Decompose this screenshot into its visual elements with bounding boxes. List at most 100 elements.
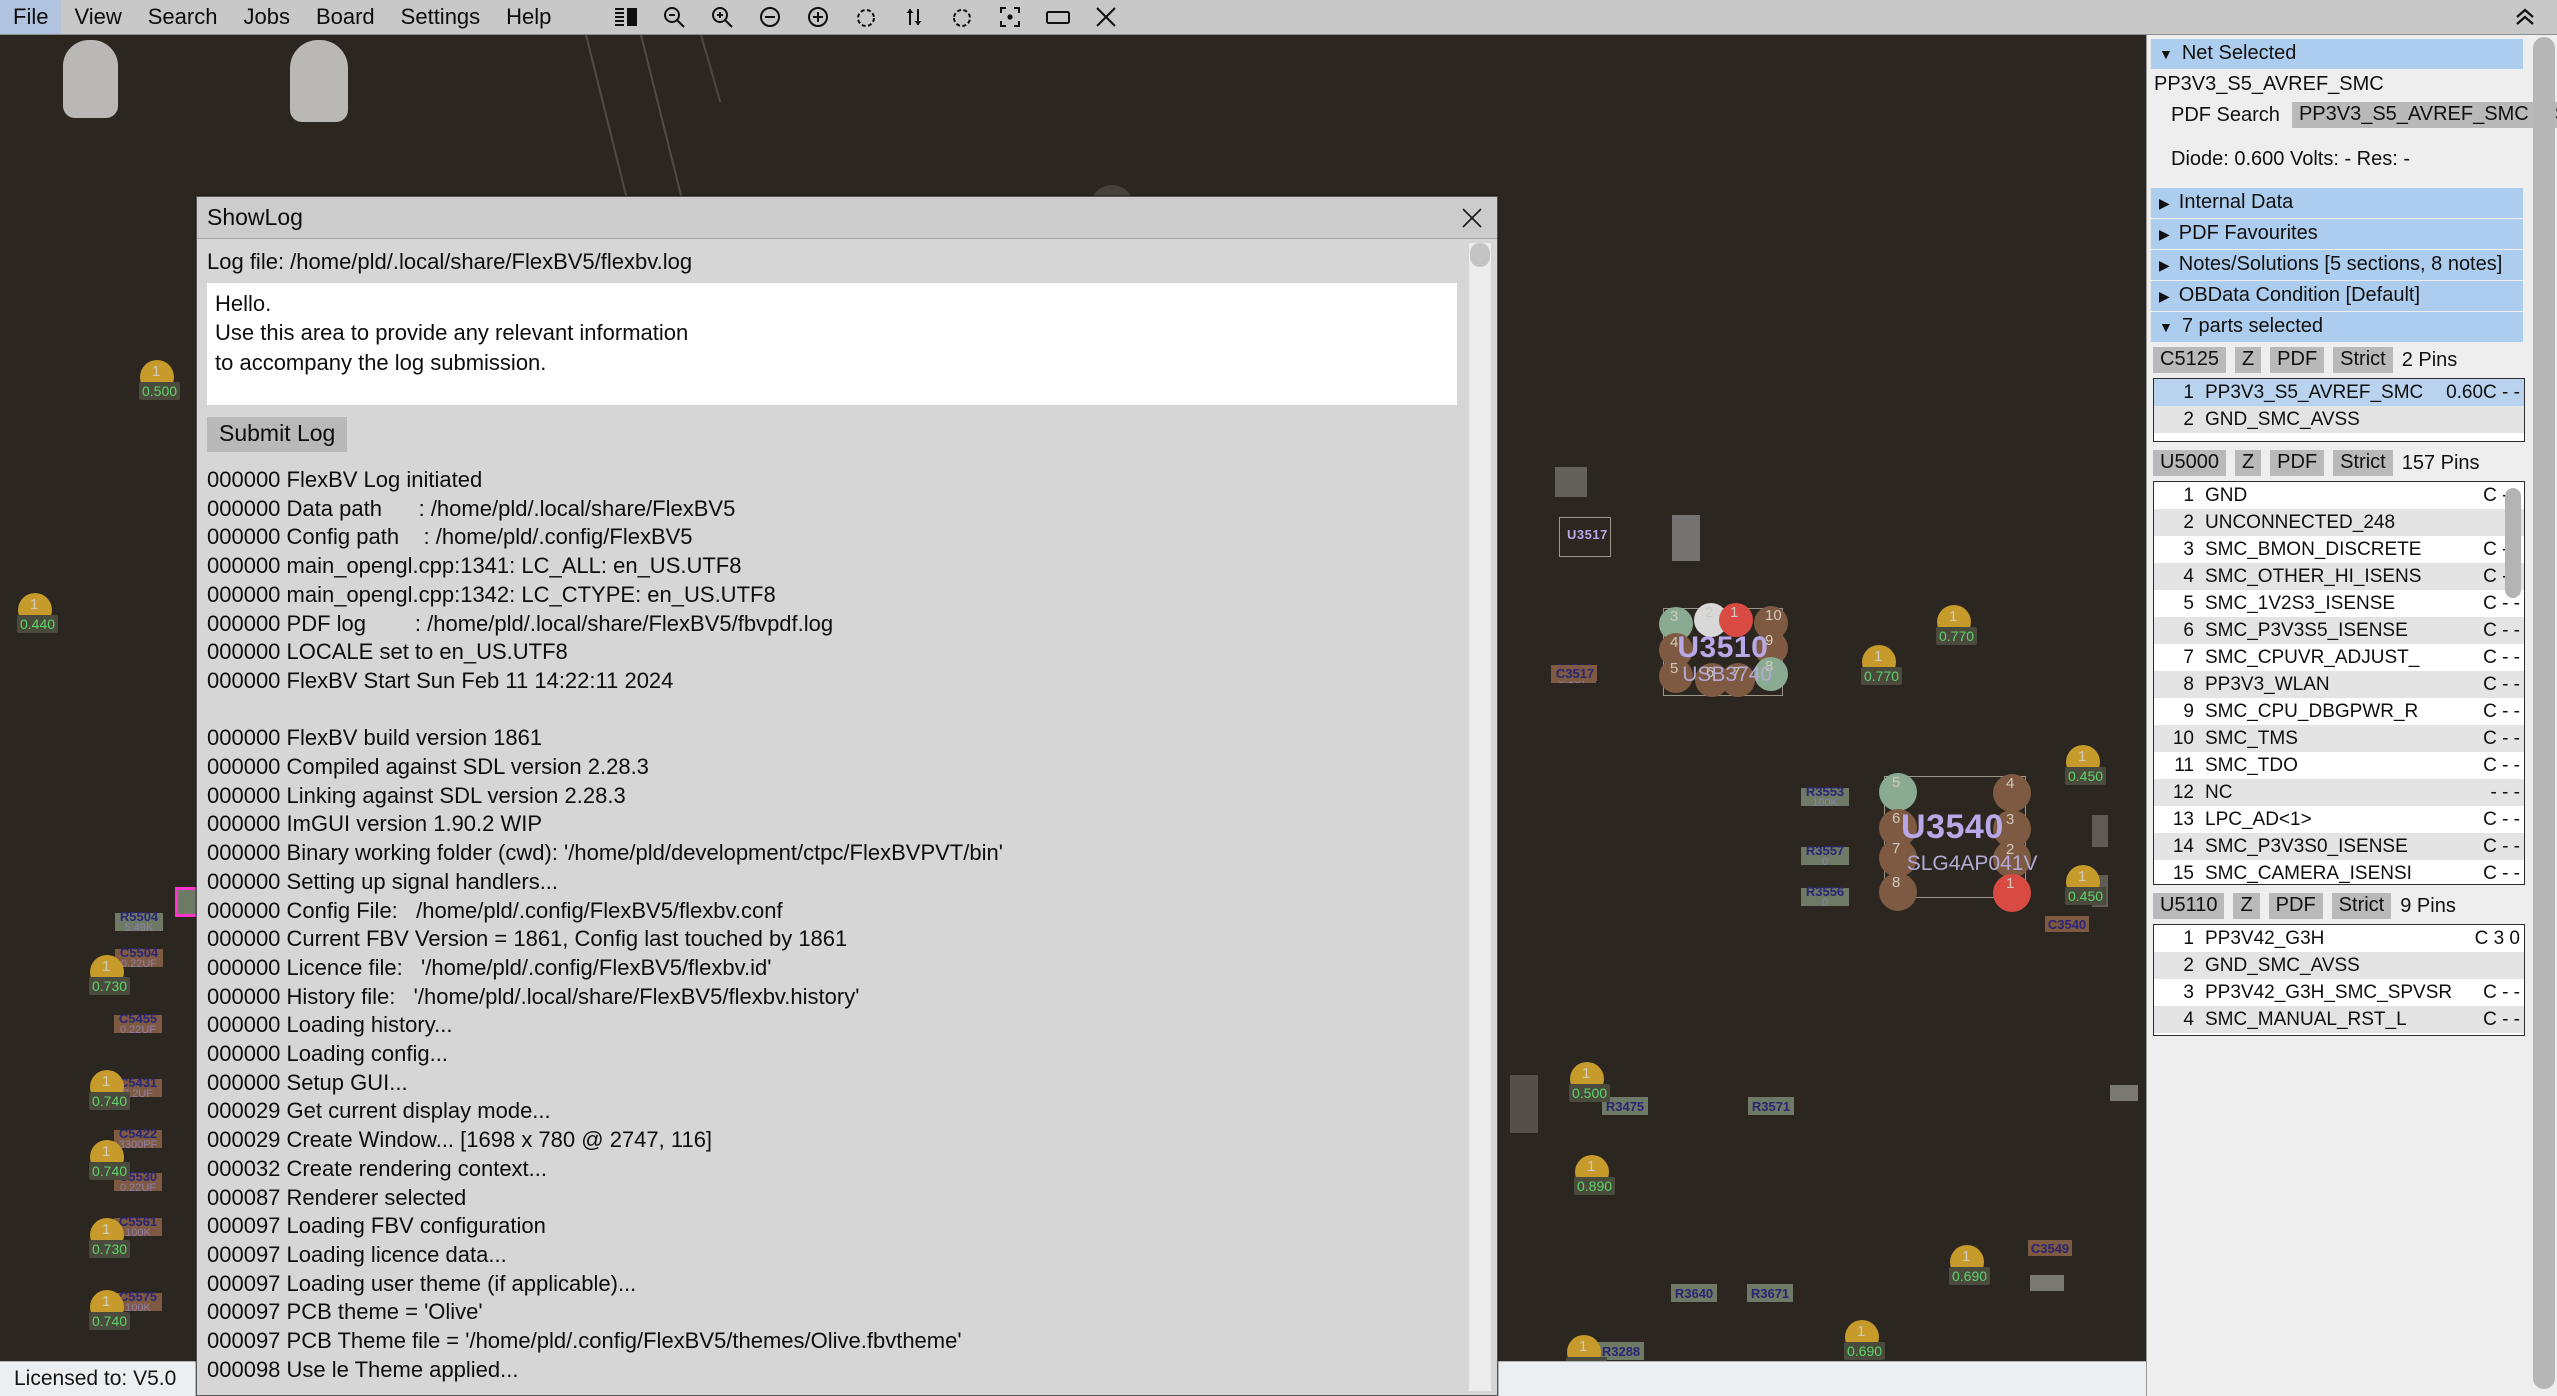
section-header-obdata-condition-default[interactable]: ▶ OBData Condition [Default] — [2151, 281, 2523, 311]
pin-row[interactable]: 9 SMC_CPU_DBGPWR_R C - - — [2154, 698, 2524, 725]
badge-z[interactable]: Z — [2234, 450, 2262, 476]
menu-view[interactable]: View — [61, 0, 134, 34]
right-panel-scrollbar[interactable] — [2533, 37, 2555, 1392]
part-ref[interactable]: U5000 — [2153, 450, 2226, 476]
pin-list-c5125[interactable]: 1 PP3V3_S5_AVREF_SMC 0.60C - - 2 GND_SMC_AVS… — [2153, 378, 2525, 442]
minus-circle-icon[interactable] — [746, 0, 794, 34]
pcb-pad[interactable] — [1993, 874, 2031, 912]
badge-strict[interactable]: Strict — [2333, 450, 2393, 476]
panel-list-icon[interactable] — [602, 0, 650, 34]
badge-z[interactable]: Z — [2233, 893, 2260, 919]
pcb-part-r3571[interactable]: R3571 — [1748, 1097, 1794, 1115]
pin-row[interactable]: 2 GND_SMC_AVSS — [2154, 406, 2524, 433]
menu-board[interactable]: Board — [303, 0, 388, 34]
plus-circle-icon[interactable] — [794, 0, 842, 34]
pcb-part-c3549[interactable]: C3549 — [2028, 1240, 2072, 1256]
focus-target-icon[interactable] — [986, 0, 1034, 34]
menu-file[interactable]: File — [0, 0, 62, 34]
pcb-part-r5504[interactable]: R5504 5.49K — [115, 910, 163, 934]
close-icon[interactable] — [1453, 200, 1491, 236]
pin-row[interactable]: 3 PP3V42_G3H_SMC_SPVSR C - - — [2154, 979, 2524, 1006]
badge-strict[interactable]: Strict — [2333, 347, 2393, 373]
pin-net-name: SMC_TMS — [2205, 727, 2298, 749]
pin-row[interactable]: 2 GND_SMC_AVSS — [2154, 952, 2524, 979]
pin-row[interactable]: 2 UNCONNECTED_248 — [2154, 509, 2524, 536]
pdf-search-row[interactable]: PDF Search PP3V3_S5_AVREF_SMC S — [2151, 99, 2557, 131]
section-header-notes-solutions-5-sections-8-notes[interactable]: ▶ Notes/Solutions [5 sections, 8 notes] — [2151, 250, 2523, 280]
pin-row[interactable]: 10 SMC_TMS C - - — [2154, 725, 2524, 752]
zoom-out-icon[interactable] — [650, 0, 698, 34]
pin-row[interactable]: 14 SMC_P3V3S0_ISENSE C - - — [2154, 833, 2524, 860]
rotate-cw-icon[interactable] — [938, 0, 986, 34]
part-header-u5110[interactable]: U5110 Z PDF Strict 9 Pins — [2151, 889, 2537, 924]
zoom-in-icon[interactable] — [698, 0, 746, 34]
pin-row[interactable]: 4 SMC_OTHER_HI_ISENS C - - — [2154, 563, 2524, 590]
pcb-part-r3671[interactable]: R3671 — [1747, 1284, 1793, 1302]
pin-row[interactable]: 15 SMC_CAMERA_ISENSI C - - — [2154, 860, 2524, 884]
right-panel[interactable]: ▼ Net Selected PP3V3_S5_AVREF_SMC PDF Se… — [2146, 35, 2557, 1396]
pcb-pad[interactable] — [1993, 774, 2031, 812]
scrollbar-thumb[interactable] — [1470, 243, 1490, 267]
pcb-part-r3553[interactable]: R3553 100K — [1801, 785, 1849, 809]
pin-row[interactable]: 1 GND C - - — [2154, 482, 2524, 509]
badge-strict[interactable]: Strict — [2331, 893, 2392, 919]
pin-row[interactable]: 5 SMC_1V2S3_ISENSE C - - — [2154, 590, 2524, 617]
chevrons-up-icon[interactable] — [2499, 0, 2551, 34]
pcb-probe-value: 0.450 — [2065, 767, 2107, 785]
badge-pdf[interactable]: PDF — [2268, 893, 2323, 919]
dialog-scrollbar[interactable] — [1469, 243, 1491, 1391]
part-header-u5000[interactable]: U5000 Z PDF Strict 157 Pins — [2151, 446, 2537, 481]
flip-vertical-icon[interactable] — [890, 0, 938, 34]
pin-row[interactable]: 12 NC - - - — [2154, 779, 2524, 806]
rectangle-icon[interactable] — [1034, 0, 1082, 34]
section-header-7-parts-selected[interactable]: ▼ 7 parts selected — [2151, 312, 2523, 342]
pcb-part-c3540[interactable]: C3540 — [2045, 916, 2089, 932]
close-x-icon[interactable] — [1082, 0, 1130, 34]
pin-row[interactable]: 13 LPC_AD<1> C - - — [2154, 806, 2524, 833]
pin-row[interactable]: 11 SMC_TDO C - - — [2154, 752, 2524, 779]
badge-z[interactable]: Z — [2234, 347, 2262, 373]
pin-row[interactable]: 1 PP3V42_G3H C 3 0 — [2154, 925, 2524, 952]
pin-row[interactable]: 6 SMC_P3V3S5_ISENSE C - - — [2154, 617, 2524, 644]
section-header-net-selected[interactable]: ▼ Net Selected — [2151, 39, 2523, 69]
scrollbar-thumb[interactable] — [2533, 37, 2555, 1389]
pcb-part-r3556[interactable]: R3556 0 — [1801, 885, 1849, 909]
menu-search[interactable]: Search — [135, 0, 231, 34]
menu-settings[interactable]: Settings — [388, 0, 494, 34]
pcb-part-c5455[interactable]: C5455 0.22UF — [114, 1012, 162, 1036]
pin-value: C - - — [2483, 835, 2520, 857]
badge-pdf[interactable]: PDF — [2270, 450, 2325, 476]
pdf-search-tag[interactable]: PP3V3_S5_AVREF_SMC — [2291, 102, 2536, 128]
pcb-part-c3517[interactable]: C3517 — [1553, 665, 1597, 681]
pin-list-u5000[interactable]: 1 GND C - - 2 UNCONNECTED_248 3 SMC_BMON_DISCR… — [2153, 481, 2525, 885]
pin-row[interactable]: 7 SMC_CPUVR_ADJUST_ C - - — [2154, 644, 2524, 671]
pcb-part-r3640[interactable]: R3640 — [1671, 1284, 1717, 1302]
submit-log-button[interactable]: Submit Log — [207, 417, 348, 452]
section-header-pdf-favourites[interactable]: ▶ PDF Favourites — [2151, 219, 2523, 249]
pin-row[interactable]: 8 PP3V3_WLAN C - - — [2154, 671, 2524, 698]
showlog-dialog[interactable]: ShowLog Log file: /home/pld/.local/share… — [196, 196, 1498, 1396]
pcb-part-c5422[interactable]: C5422 3300PF — [114, 1127, 162, 1151]
rotate-ccw-icon[interactable] — [842, 0, 890, 34]
part-ref[interactable]: U5110 — [2153, 893, 2225, 919]
pin-row[interactable]: 1 PP3V3_S5_AVREF_SMC 0.60C - - — [2154, 379, 2524, 406]
dialog-title-bar[interactable]: ShowLog — [197, 197, 1497, 239]
pin-list-u5110[interactable]: 1 PP3V42_G3H C 3 0 2 GND_SMC_AVSS 3 PP3V42_G3H… — [2153, 924, 2525, 1036]
log-notes-input[interactable] — [207, 283, 1457, 405]
pin-list-scrollbar-thumb[interactable] — [2505, 488, 2521, 598]
pcb-part-r3557[interactable]: R3557 0 — [1801, 844, 1849, 868]
pin-row[interactable]: 3 SMC_BMON_DISCRETE C - - — [2154, 536, 2524, 563]
section-header-internal-data[interactable]: ▶ Internal Data — [2151, 188, 2523, 218]
menu-jobs[interactable]: Jobs — [230, 0, 302, 34]
part-header-c5125[interactable]: C5125 Z PDF Strict 2 Pins — [2151, 343, 2537, 378]
part-ref[interactable]: C5125 — [2153, 347, 2226, 373]
badge-pdf[interactable]: PDF — [2270, 347, 2325, 373]
dialog-body: Log file: /home/pld/.local/share/FlexBV5… — [197, 239, 1497, 1396]
pcb-pad[interactable] — [1879, 773, 1917, 811]
pcb-probe-value: 0.740 — [89, 1312, 131, 1330]
menu-bar[interactable]: File View Search Jobs Board Settings Hel… — [0, 0, 2557, 35]
pcb-pad[interactable] — [1879, 873, 1917, 911]
pin-row[interactable]: 4 SMC_MANUAL_RST_L C - - — [2154, 1006, 2524, 1033]
menu-help[interactable]: Help — [493, 0, 564, 34]
